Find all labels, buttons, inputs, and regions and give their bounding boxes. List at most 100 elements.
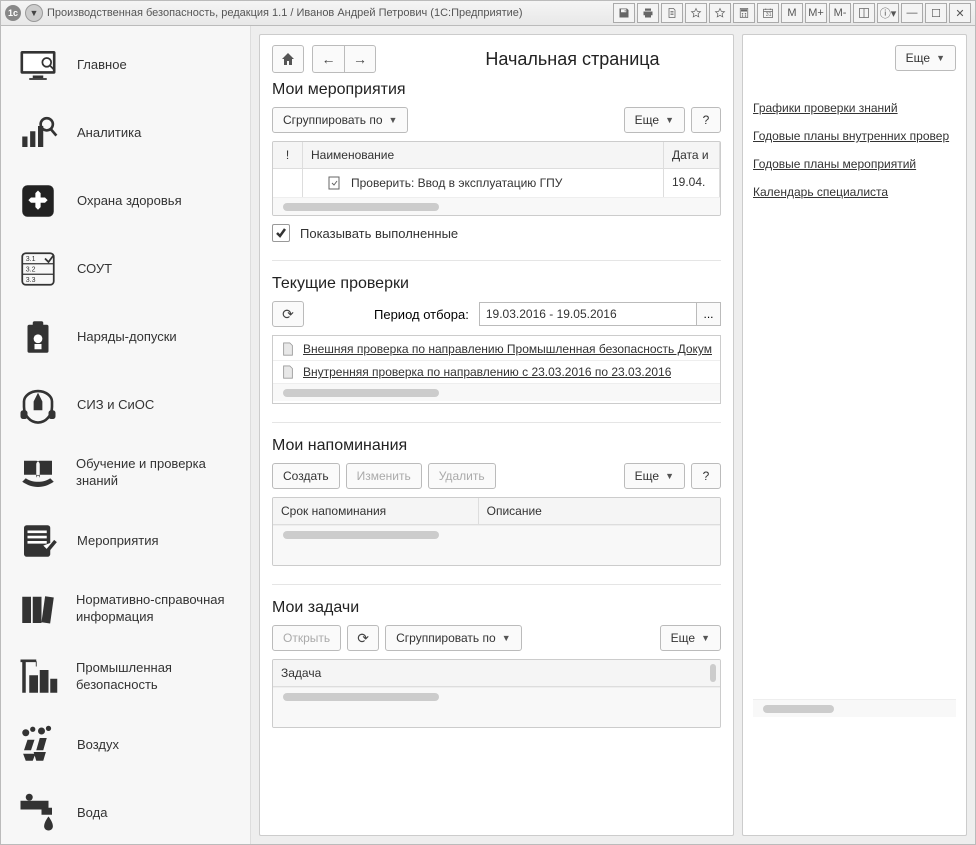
main-column: ← → Начальная страница Мои мероприятия С… (259, 34, 734, 836)
calendar-icon[interactable]: 31 (757, 3, 779, 23)
maximize-icon[interactable]: ☐ (925, 3, 947, 23)
sidebar-item-label: Воздух (77, 737, 119, 754)
period-input[interactable] (479, 302, 697, 326)
doc-icon[interactable] (661, 3, 683, 23)
sidebar-item-ppe[interactable]: СИЗ и СиОС (5, 374, 246, 436)
star-icon[interactable] (685, 3, 707, 23)
sidebar-item-label: Аналитика (77, 125, 141, 142)
more-button[interactable]: Еще▼ (624, 463, 685, 489)
col-important[interactable]: ! (273, 142, 303, 169)
sidebar-item-health[interactable]: Охрана здоровья (5, 170, 246, 232)
section-title: Мои напоминания (272, 437, 721, 455)
side-link[interactable]: Графики проверки знаний (753, 101, 956, 115)
sidebar-item-water[interactable]: Вода (5, 782, 246, 844)
sidebar-item-permits[interactable]: Наряды-допуски (5, 306, 246, 368)
col-desc[interactable]: Описание (479, 498, 720, 525)
sidebar-item-label: Промышленная безопасность (76, 660, 236, 694)
check-link[interactable]: Внутренняя проверка по направлению с 23.… (303, 365, 671, 379)
memory-m-icon[interactable]: M (781, 3, 803, 23)
col-due[interactable]: Срок напоминания (273, 498, 479, 525)
page-title: Начальная страница (424, 49, 721, 70)
star-alt-icon[interactable] (709, 3, 731, 23)
help-button[interactable]: ? (691, 463, 721, 489)
sout-icon: 3.13.23.3 (15, 246, 61, 292)
air-icon (15, 722, 61, 768)
sidebar-item-reference[interactable]: Нормативно-справочная информация (5, 578, 246, 640)
open-button[interactable]: Открыть (272, 625, 341, 651)
h-scrollbar[interactable] (273, 687, 720, 727)
close-icon[interactable]: ✕ (949, 3, 971, 23)
analytics-icon (15, 110, 61, 156)
checks-list: Внешняя проверка по направлению Промышле… (272, 335, 721, 404)
tasks-table: Задача (272, 659, 721, 728)
sidebar-item-training[interactable]: Обучение и проверка знаний (5, 442, 246, 504)
edit-button[interactable]: Изменить (346, 463, 422, 489)
water-icon (15, 790, 61, 836)
my-reminders-section: Мои напоминания Создать Изменить Удалить… (272, 437, 721, 566)
doc-icon (281, 342, 295, 356)
ppe-icon (15, 382, 61, 428)
back-button[interactable]: ← (312, 45, 344, 73)
health-icon (15, 178, 61, 224)
sidebar-item-main[interactable]: Главное (5, 34, 246, 96)
home-button[interactable] (272, 45, 304, 73)
training-icon (15, 450, 60, 496)
forward-button[interactable]: → (344, 45, 376, 73)
group-by-button[interactable]: Сгруппировать по▼ (385, 625, 521, 651)
doc-icon (281, 365, 295, 379)
side-column: Еще▼ Графики проверки знаний Годовые пла… (742, 34, 967, 836)
save-icon[interactable] (613, 3, 635, 23)
list-item[interactable]: Внутренняя проверка по направлению с 23.… (273, 360, 720, 383)
info-icon[interactable]: ⓘ▾ (877, 3, 899, 23)
refresh-button[interactable]: ⟳ (272, 301, 304, 327)
h-scrollbar[interactable] (273, 197, 720, 215)
system-menu-dropdown[interactable]: ▼ (25, 4, 43, 22)
sidebar-item-label: Обучение и проверка знаний (76, 456, 236, 490)
group-by-button[interactable]: Сгруппировать по▼ (272, 107, 408, 133)
help-button[interactable]: ? (691, 107, 721, 133)
panels-icon[interactable] (853, 3, 875, 23)
h-scrollbar[interactable] (273, 525, 720, 565)
divider (272, 422, 721, 423)
events-icon (15, 518, 61, 564)
period-select-button[interactable]: ... (697, 302, 721, 326)
sidebar-item-air[interactable]: Воздух (5, 714, 246, 776)
delete-button[interactable]: Удалить (428, 463, 496, 489)
app-icon: 1c (5, 5, 21, 21)
industrial-icon (15, 654, 60, 700)
print-icon[interactable] (637, 3, 659, 23)
col-name[interactable]: Наименование (303, 142, 664, 169)
h-scrollbar[interactable] (273, 383, 720, 401)
show-done-label: Показывать выполненные (300, 226, 458, 241)
svg-text:3.3: 3.3 (26, 277, 36, 284)
monitor-icon (15, 42, 61, 88)
memory-mplus-icon[interactable]: M+ (805, 3, 827, 23)
calculator-icon[interactable] (733, 3, 755, 23)
side-link[interactable]: Календарь специалиста (753, 185, 956, 199)
list-item[interactable]: Внешняя проверка по направлению Промышле… (273, 338, 720, 360)
col-task[interactable]: Задача (273, 660, 720, 687)
sidebar-item-label: СИЗ и СиОС (77, 397, 154, 414)
permit-icon (15, 314, 61, 360)
divider (272, 584, 721, 585)
memory-mminus-icon[interactable]: M- (829, 3, 851, 23)
sidebar-item-sout[interactable]: 3.13.23.3 СОУТ (5, 238, 246, 300)
table-row[interactable]: Проверить: Ввод в эксплуатацию ГПУ 19.04… (273, 169, 720, 197)
create-button[interactable]: Создать (272, 463, 340, 489)
sidebar-item-events[interactable]: Мероприятия (5, 510, 246, 572)
refresh-button[interactable]: ⟳ (347, 625, 379, 651)
more-button[interactable]: Еще▼ (624, 107, 685, 133)
side-link[interactable]: Годовые планы мероприятий (753, 157, 956, 171)
minimize-icon[interactable]: — (901, 3, 923, 23)
col-date[interactable]: Дата и (664, 142, 720, 169)
h-scrollbar[interactable] (753, 699, 956, 717)
reminders-table: Срок напоминания Описание (272, 497, 721, 566)
side-link[interactable]: Годовые планы внутренних провер (753, 129, 956, 143)
sidebar-item-analytics[interactable]: Аналитика (5, 102, 246, 164)
check-link[interactable]: Внешняя проверка по направлению Промышле… (303, 342, 712, 356)
sidebar-item-industrial[interactable]: Промышленная безопасность (5, 646, 246, 708)
svg-text:31: 31 (766, 12, 772, 18)
more-button[interactable]: Еще▼ (660, 625, 721, 651)
show-done-checkbox[interactable] (272, 224, 290, 242)
more-button[interactable]: Еще▼ (895, 45, 956, 71)
